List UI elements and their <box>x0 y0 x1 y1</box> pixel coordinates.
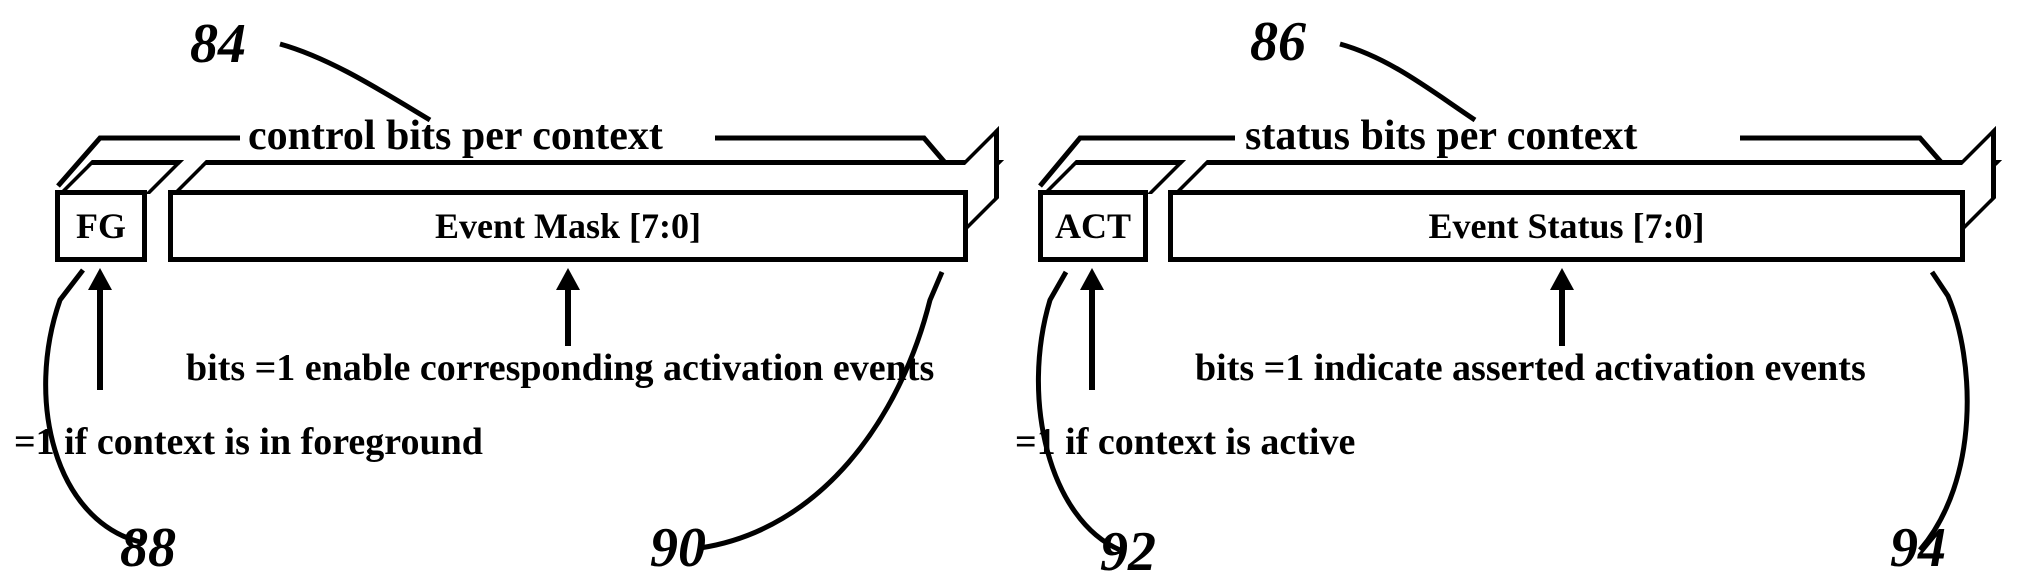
event-mask-label: Event Mask [7:0] <box>435 205 701 247</box>
ref-90: 90 <box>650 516 706 580</box>
status-side-face <box>1962 126 1996 232</box>
fg-box: FG <box>55 190 147 262</box>
ref-92: 92 <box>1100 520 1156 584</box>
ref-86: 86 <box>1250 10 1306 74</box>
event-status-label: Event Status [7:0] <box>1429 205 1705 247</box>
ref-94: 94 <box>1890 516 1946 580</box>
fg-arrow-head <box>88 268 112 290</box>
event-status-box: Event Status [7:0] <box>1168 190 1965 262</box>
act-box: ACT <box>1038 190 1148 262</box>
mask-top-face <box>172 160 1004 194</box>
ref-84: 84 <box>190 12 246 76</box>
status-arrow-stem <box>1559 290 1565 346</box>
ref-88: 88 <box>120 516 176 580</box>
status-top-face <box>1173 160 2002 194</box>
right-header: status bits per context <box>1245 112 1637 160</box>
mask-desc: bits =1 enable corresponding activation … <box>186 346 934 390</box>
status-arrow-head <box>1550 268 1574 290</box>
act-label: ACT <box>1055 205 1131 247</box>
fg-desc: =1 if context is in foreground <box>14 420 483 464</box>
connector-lines <box>0 0 2036 587</box>
act-desc: =1 if context is active <box>1015 420 1355 464</box>
mask-arrow-stem <box>565 290 571 346</box>
status-desc: bits =1 indicate asserted activation eve… <box>1195 346 1866 390</box>
mask-arrow-head <box>556 268 580 290</box>
mask-side-face <box>965 126 999 232</box>
fg-arrow-stem <box>97 290 103 390</box>
act-top-face <box>1042 160 1186 194</box>
fg-label: FG <box>76 205 126 247</box>
act-arrow-stem <box>1089 290 1095 390</box>
diagram-root: control bits per context FG Event Mask [… <box>0 0 2036 587</box>
fg-top-face <box>58 160 184 194</box>
event-mask-box: Event Mask [7:0] <box>168 190 968 262</box>
left-header: control bits per context <box>248 112 663 160</box>
act-arrow-head <box>1080 268 1104 290</box>
